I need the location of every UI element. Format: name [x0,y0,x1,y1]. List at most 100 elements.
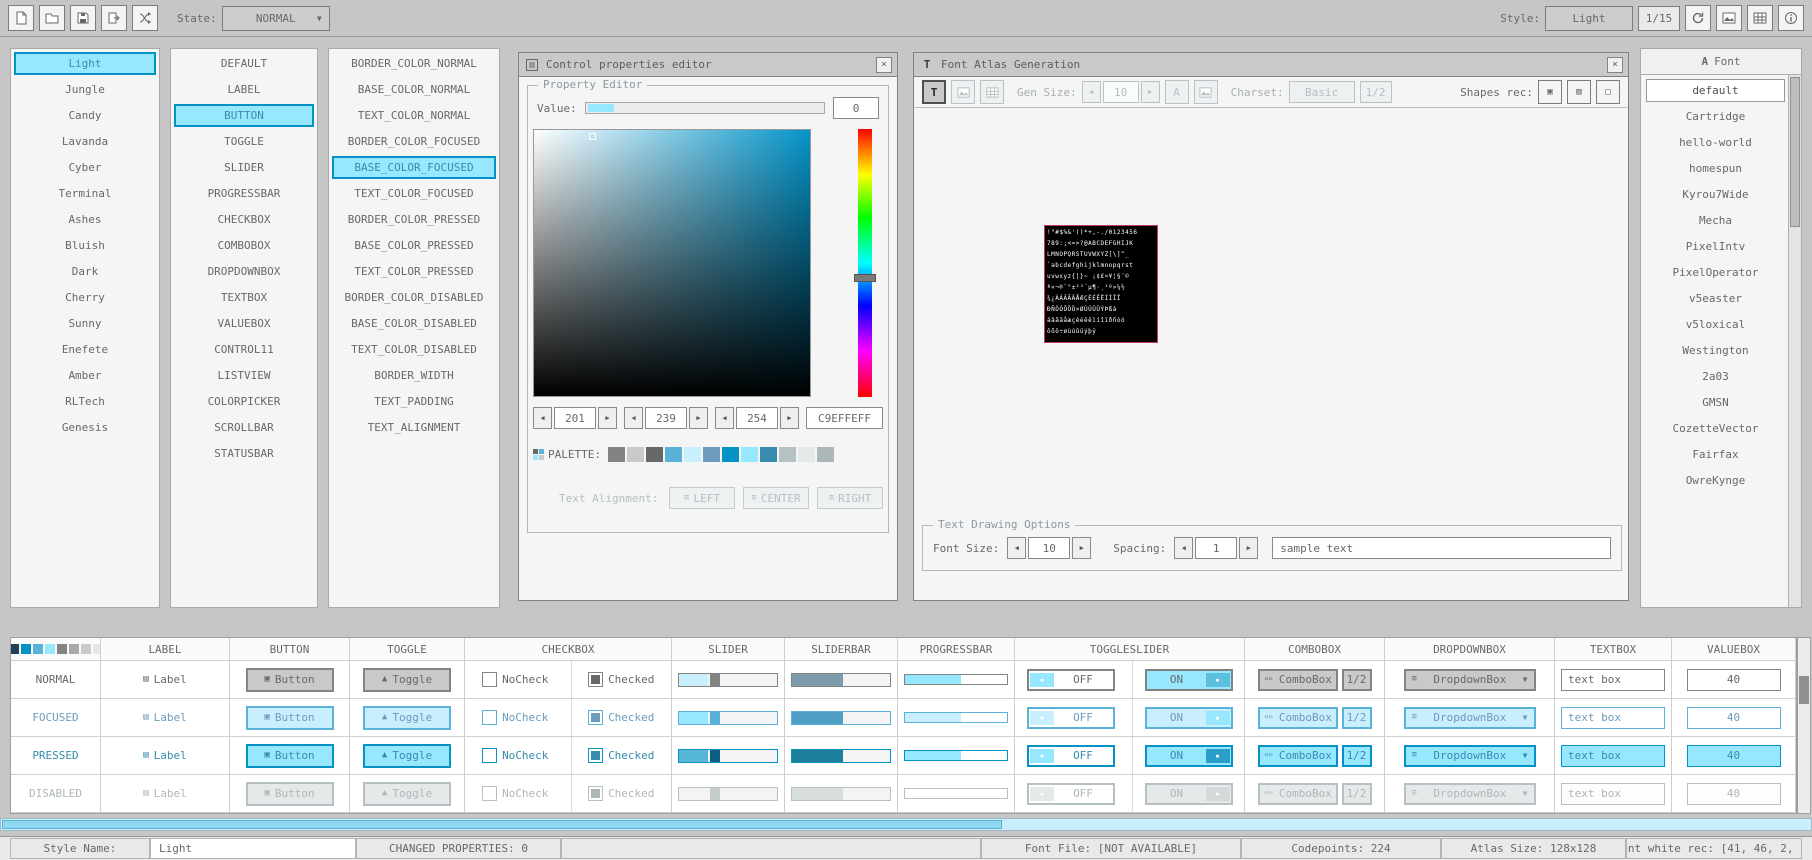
font-item[interactable]: default [1646,79,1785,102]
value-slider[interactable] [585,102,825,114]
palette-swatch[interactable] [817,447,834,462]
spinner-left-button[interactable]: ◀ [624,407,643,429]
toggle-demo[interactable]: ▲Toggle [363,706,451,730]
control-item[interactable]: LISTVIEW [174,364,314,387]
scrollbar-handle[interactable] [1790,77,1800,227]
dropdownbox-demo[interactable]: ≡DropdownBox▼ [1404,783,1536,805]
slider-knob[interactable] [710,788,720,800]
reload-style-button[interactable] [1685,5,1711,31]
checkbox-checked[interactable] [588,748,603,763]
dropdownbox-demo[interactable]: ≡DropdownBox▼ [1404,707,1536,729]
palette-swatch[interactable] [760,447,777,462]
toggleslider-on[interactable]: ON▪ [1145,745,1233,767]
font-size-value[interactable]: 10 [1028,537,1070,559]
palette-swatch[interactable] [741,447,758,462]
style-item[interactable]: Sunny [14,312,156,335]
slider-knob[interactable] [710,674,720,686]
toggleslider-knob[interactable]: ▪ [1206,711,1230,725]
textbox-demo[interactable]: text box [1561,783,1665,805]
combobox-counter[interactable]: 1/2 [1342,745,1372,767]
toggle-demo[interactable]: ▲Toggle [363,744,451,768]
valuebox-demo[interactable]: 40 [1687,669,1781,691]
dropdownbox-demo[interactable]: ≡DropdownBox▼ [1404,669,1536,691]
property-item[interactable]: TEXT_PADDING [332,390,496,413]
value-slider-handle[interactable] [588,104,614,112]
control-item[interactable]: CONTROL11 [174,338,314,361]
style-item[interactable]: Terminal [14,182,156,205]
text-mode-button[interactable]: T [922,80,946,104]
checkbox-unchecked[interactable] [482,710,497,725]
valuebox-demo[interactable]: 40 [1687,745,1781,767]
textbox-demo[interactable]: text box [1561,707,1665,729]
sliderbar-demo[interactable] [791,711,891,725]
toggleslider-knob[interactable]: ▪ [1030,749,1054,763]
font-item[interactable]: Cartridge [1646,105,1785,128]
atlas-preview-button[interactable] [1194,80,1218,104]
align-right-button[interactable]: ≡RIGHT [817,487,883,509]
spinner-right-button[interactable]: ▶ [598,407,617,429]
style-item[interactable]: Lavanda [14,130,156,153]
toggleslider-off[interactable]: ▪OFF [1027,783,1115,805]
value-box[interactable]: 0 [833,97,879,119]
palette-swatch[interactable] [627,447,644,462]
state-dropdown[interactable]: NORMAL ▼ [222,6,330,31]
font-item[interactable]: PixelOperator [1646,261,1785,284]
toggle-demo[interactable]: ▲Toggle [363,782,451,806]
about-button[interactable] [1778,5,1804,31]
button-demo[interactable]: ▣Button [246,744,334,768]
table-hscrollbar[interactable] [0,818,1812,831]
export-table-button[interactable] [1747,5,1773,31]
toggleslider-knob[interactable]: ▪ [1206,787,1230,801]
new-style-button[interactable] [8,5,34,31]
slider-demo[interactable] [678,787,778,801]
export-image-button[interactable] [1716,5,1742,31]
palette-swatch[interactable] [722,447,739,462]
property-item[interactable]: TEXT_COLOR_NORMAL [332,104,496,127]
style-item[interactable]: Cyber [14,156,156,179]
font-list-scrollbar[interactable] [1788,75,1801,607]
toggleslider-knob[interactable]: ▪ [1206,749,1230,763]
spinner-right-button[interactable]: ▶ [780,407,799,429]
palette-swatch[interactable] [646,447,663,462]
scrollbar-handle[interactable] [2,820,1002,829]
palette-swatch[interactable] [798,447,815,462]
random-style-button[interactable] [132,5,158,31]
font-item[interactable]: Westington [1646,339,1785,362]
checkbox-checked[interactable] [588,710,603,725]
style-selector[interactable]: Light [1545,6,1633,31]
font-item[interactable]: GMSN [1646,391,1785,414]
style-item[interactable]: Cherry [14,286,156,309]
control-item[interactable]: DROPDOWNBOX [174,260,314,283]
valuebox-demo[interactable]: 40 [1687,707,1781,729]
font-item[interactable]: v5easter [1646,287,1785,310]
control-item[interactable]: PROGRESSBAR [174,182,314,205]
property-item[interactable]: BORDER_COLOR_FOCUSED [332,130,496,153]
table-vscrollbar[interactable] [1797,637,1811,814]
spinner-left-button[interactable]: ◀ [715,407,734,429]
combobox-button[interactable]: ◃▹ComboBox [1258,783,1338,805]
button-demo[interactable]: ▣Button [246,706,334,730]
toggleslider-knob[interactable]: ▪ [1030,787,1054,801]
toggleslider-knob[interactable]: ▪ [1030,711,1054,725]
combobox-counter[interactable]: 1/2 [1342,669,1372,691]
font-item[interactable]: CozetteVector [1646,417,1785,440]
font-item[interactable]: Mecha [1646,209,1785,232]
control-item[interactable]: VALUEBOX [174,312,314,335]
close-button[interactable]: × [1607,57,1623,73]
color-picker[interactable] [533,129,811,397]
hex-color-field[interactable]: C9EFFEFF [806,407,883,429]
style-item[interactable]: Amber [14,364,156,387]
toggleslider-on[interactable]: ON▪ [1145,783,1233,805]
control-item[interactable]: LABEL [174,78,314,101]
font-window-titlebar[interactable]: T Font Atlas Generation × [914,53,1628,77]
sliderbar-demo[interactable] [791,749,891,763]
toggleslider-off[interactable]: ▪OFF [1027,707,1115,729]
close-button[interactable]: × [876,57,892,73]
style-item[interactable]: Ashes [14,208,156,231]
property-item[interactable]: TEXT_COLOR_DISABLED [332,338,496,361]
export-style-button[interactable] [101,5,127,31]
slider-demo[interactable] [678,749,778,763]
sample-text-input[interactable]: sample text [1272,537,1611,559]
spinner-right-button[interactable]: ▶ [1141,81,1160,103]
property-item[interactable]: BORDER_WIDTH [332,364,496,387]
